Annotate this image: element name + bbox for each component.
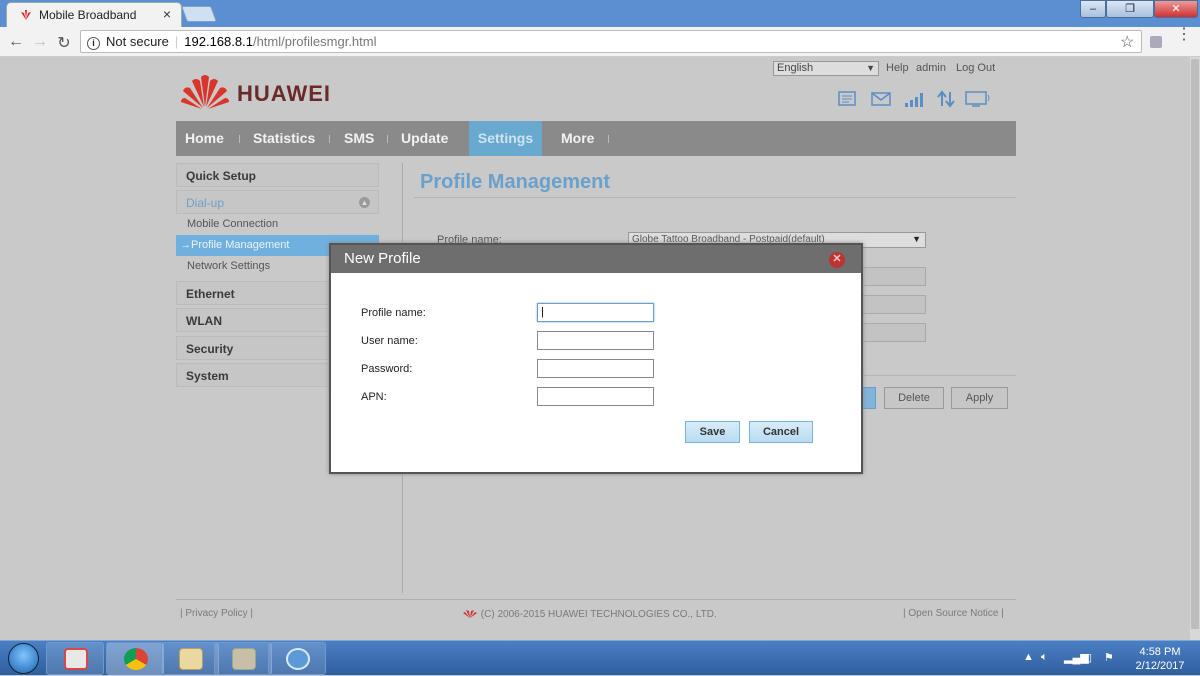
main-nav: Home Statistics SMS Update Settings More — [176, 121, 1016, 156]
bookmark-star-icon[interactable]: ☆ — [1120, 32, 1134, 52]
maximize-button[interactable]: ❐ — [1106, 0, 1154, 18]
arrow-right-icon: → — [180, 239, 191, 251]
windows-logo-icon — [8, 643, 39, 674]
taskbar-chrome[interactable] — [106, 642, 164, 675]
browser-titlebar: Mobile Broadband × – ❐ ✕ — [0, 0, 1200, 27]
nav-home[interactable]: Home — [185, 121, 224, 156]
huawei-flower-icon — [181, 75, 229, 109]
dialog-title: New Profile — [331, 245, 861, 273]
volume-icon[interactable]: 🔈︎ — [1041, 651, 1048, 664]
username-field-bg — [860, 267, 926, 286]
folder-icon — [232, 648, 256, 670]
network-signal-icon[interactable]: ▂▄▆ — [1064, 651, 1089, 664]
mail-icon[interactable] — [870, 90, 892, 108]
url-host: 192.168.8.1 — [184, 34, 253, 49]
media-player-icon — [64, 648, 88, 670]
help-link[interactable]: Help — [886, 62, 909, 74]
language-value: English — [777, 62, 814, 74]
collapse-icon[interactable]: ▲ — [359, 197, 370, 208]
tab-title: Mobile Broadband — [39, 8, 137, 22]
chevron-down-icon: ▼ — [866, 63, 875, 73]
logout-link[interactable]: Log Out — [956, 62, 995, 74]
windows-taskbar: ▲ 🔈︎ ▂▄▆ ▯ ⚑ 4:58 PM 2/12/2017 — [0, 640, 1200, 675]
new-tab-button[interactable] — [181, 6, 217, 22]
save-button[interactable]: Save — [685, 421, 740, 443]
password-field-bg — [860, 295, 926, 314]
taskbar-file-explorer[interactable] — [161, 642, 219, 675]
info-icon[interactable]: i — [87, 37, 100, 50]
taskbar-network-app[interactable] — [268, 642, 326, 675]
signal-icon — [905, 93, 923, 107]
sidebar-quick-setup[interactable]: Quick Setup — [176, 163, 379, 187]
reload-icon[interactable]: ↻ — [54, 33, 74, 53]
cancel-button[interactable]: Cancel — [749, 421, 813, 443]
user-name-label: User name: — [361, 335, 418, 347]
browser-tab[interactable]: Mobile Broadband × — [6, 2, 182, 27]
security-label: Not secure — [106, 34, 169, 49]
language-select[interactable]: English ▼ — [773, 61, 879, 76]
clock-time: 4:58 PM — [1139, 646, 1181, 658]
network-status-icon[interactable]: ⚑ — [1104, 651, 1114, 664]
page-title: Profile Management — [420, 171, 611, 193]
admin-link[interactable]: admin — [916, 62, 946, 74]
battery-icon[interactable]: ▯ — [1086, 651, 1092, 664]
data-transfer-icon — [937, 90, 955, 108]
password-input[interactable] — [537, 359, 654, 378]
computer-icon — [965, 91, 990, 107]
apn-field-bg — [860, 323, 926, 342]
sidebar-dialup-label: Dial-up — [186, 196, 225, 210]
brand-name: HUAWEI — [237, 81, 331, 106]
browser-toolbar: ← → ↻ i Not secure | 192.168.8.1/html/profi… — [0, 27, 1200, 57]
nav-update[interactable]: Update — [401, 121, 448, 156]
taskbar-folder[interactable] — [214, 642, 272, 675]
nav-sms[interactable]: SMS — [344, 121, 374, 156]
chrome-icon — [124, 648, 148, 670]
network-app-icon — [286, 648, 310, 670]
browser-menu-icon[interactable]: ⋮ — [1176, 27, 1192, 43]
taskbar-media-player[interactable] — [46, 642, 104, 675]
privacy-policy-link[interactable]: | Privacy Policy | — [180, 608, 253, 619]
nav-settings[interactable]: Settings — [469, 121, 542, 156]
huawei-favicon-icon — [21, 10, 31, 20]
sidebar-item-label: Profile Management — [191, 239, 290, 251]
password-label: Password: — [361, 363, 413, 375]
profile-name-input[interactable]: | — [537, 303, 654, 322]
close-window-button[interactable]: ✕ — [1154, 0, 1198, 18]
delete-button[interactable]: Delete — [884, 387, 944, 409]
message-icon[interactable] — [837, 90, 857, 108]
clock-date: 2/12/2017 — [1135, 660, 1185, 672]
extension-icon[interactable] — [1150, 36, 1162, 48]
back-icon[interactable]: ← — [6, 33, 26, 51]
start-button[interactable] — [4, 641, 44, 676]
nav-statistics[interactable]: Statistics — [253, 121, 315, 156]
huawei-small-logo-icon — [463, 610, 477, 618]
new-profile-dialog: New Profile ✕ Profile name: | User name:… — [329, 243, 863, 474]
footer-divider — [176, 599, 1016, 600]
show-hidden-icons-icon[interactable]: ▲ — [1023, 651, 1034, 663]
minimize-button[interactable]: – — [1080, 0, 1106, 18]
address-bar[interactable]: i Not secure | 192.168.8.1/html/profilesmgr… — [80, 30, 1142, 53]
open-source-link[interactable]: | Open Source Notice | — [903, 608, 1004, 619]
profile-name-label: Profile name: — [361, 307, 426, 319]
close-icon[interactable]: ✕ — [829, 252, 845, 268]
sidebar-item-mobile-connection[interactable]: Mobile Connection — [176, 214, 379, 235]
user-name-input[interactable] — [537, 331, 654, 350]
url-path: /html/profilesmgr.html — [252, 34, 377, 49]
nav-more[interactable]: More — [561, 121, 594, 156]
apn-input[interactable] — [537, 387, 654, 406]
sidebar-dialup[interactable]: Dial-up ▲ — [176, 190, 379, 214]
forward-icon[interactable]: → — [30, 33, 50, 51]
clock[interactable]: 4:58 PM 2/12/2017 — [1130, 645, 1190, 673]
copyright: (C) 2006-2015 HUAWEI TECHNOLOGIES CO., L… — [462, 608, 717, 620]
apply-button[interactable]: Apply — [951, 387, 1008, 409]
file-explorer-icon — [179, 648, 203, 670]
huawei-logo: HUAWEI — [180, 71, 350, 111]
title-divider — [414, 197, 1016, 198]
apn-label: APN: — [361, 391, 387, 403]
chevron-down-icon: ▼ — [912, 234, 921, 244]
page-scrollbar[interactable] — [1190, 57, 1200, 640]
tab-close-icon[interactable]: × — [163, 6, 171, 22]
